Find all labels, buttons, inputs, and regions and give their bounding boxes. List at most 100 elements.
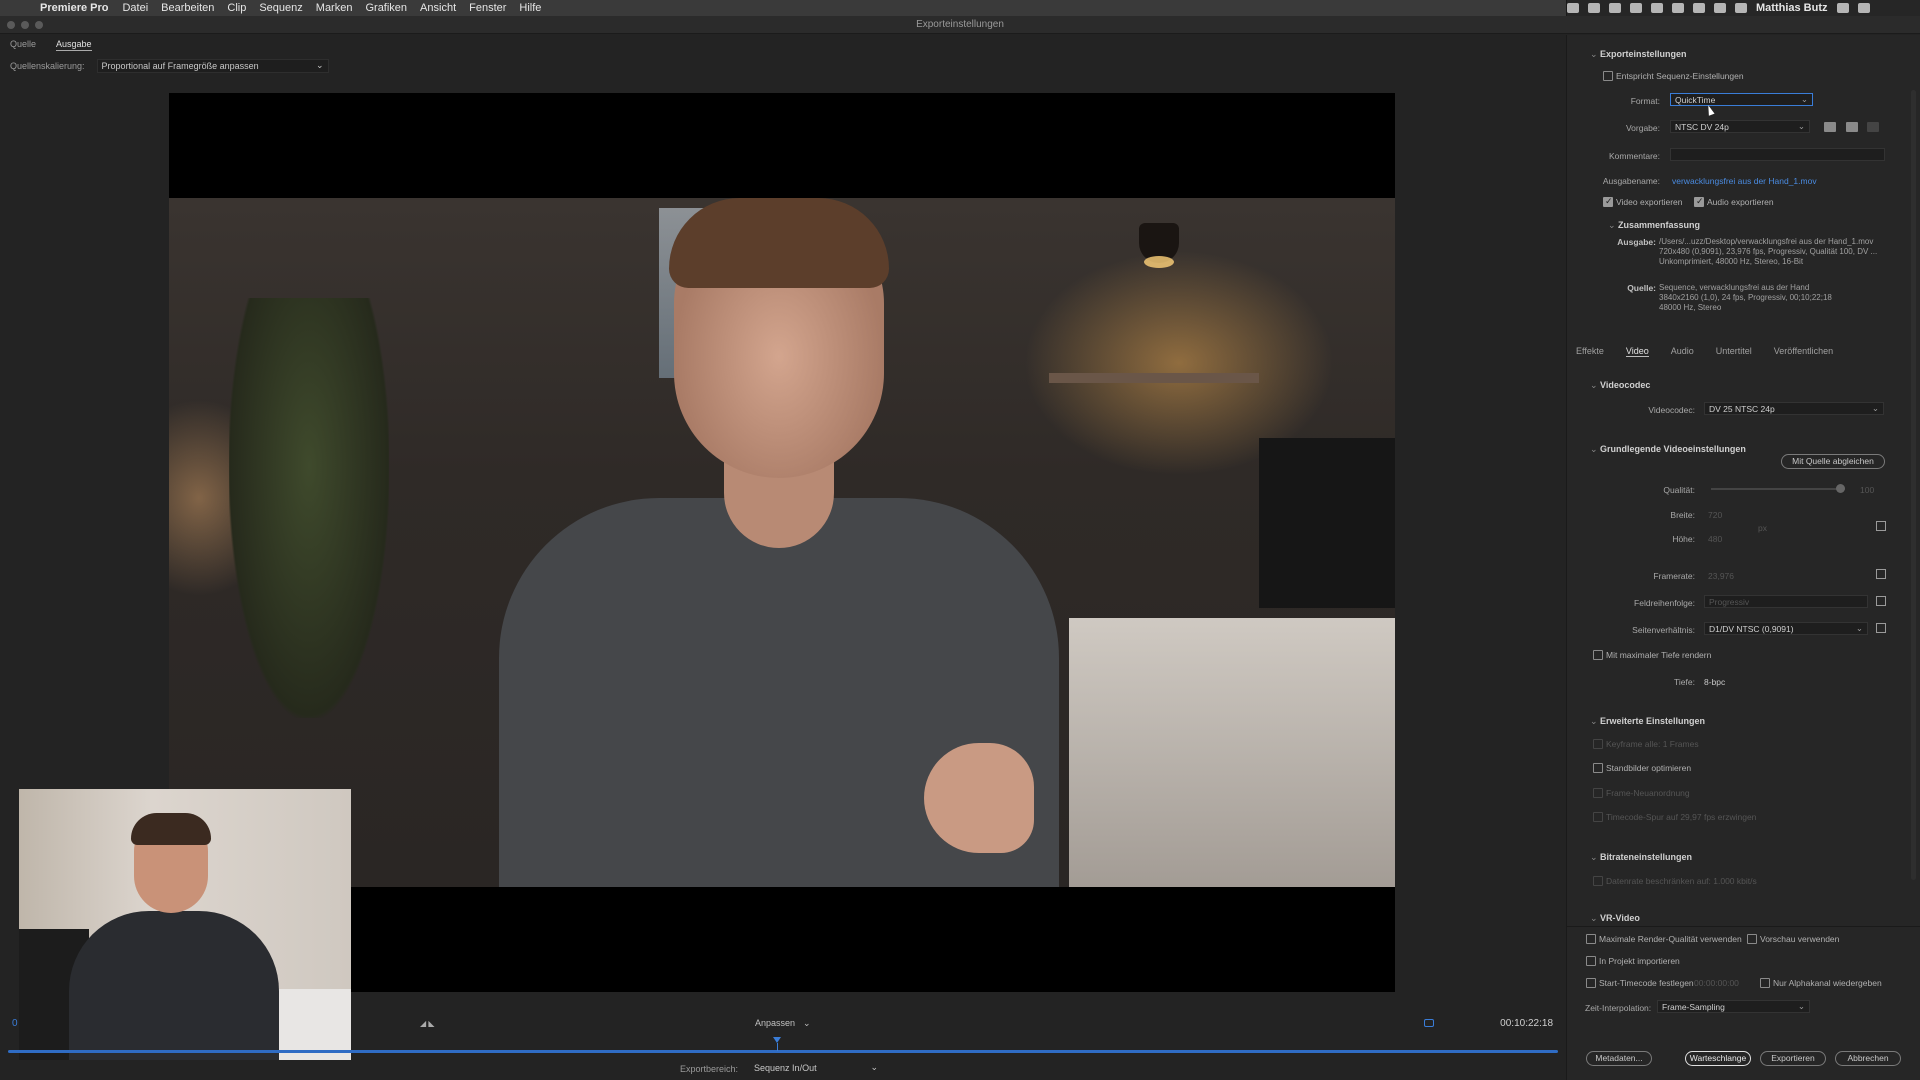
section-bitrate[interactable]: ⌄ Bitrateneinstellungen [1590,852,1692,863]
aspect-ratio-dropdown[interactable]: D1/DV NTSC (0,9091) ⌄ [1704,622,1868,635]
queue-button[interactable]: Warteschlange [1685,1051,1751,1066]
comments-field[interactable] [1670,148,1885,161]
menu-markers[interactable]: Marken [316,2,353,14]
match-source-button[interactable]: Mit Quelle abgleichen [1781,454,1885,469]
delete-preset-icon[interactable] [1867,122,1879,132]
section-basic-video[interactable]: ⌄ Grundlegende Videoeinstellungen [1590,444,1746,455]
preset-label: Vorgabe: [1625,123,1660,133]
window-titlebar: Exporteinstellungen [0,16,1920,34]
search-icon[interactable] [1836,3,1849,13]
fit-dropdown[interactable]: Anpassen ⌄ [755,1018,811,1029]
timeline-track[interactable] [8,1050,1558,1053]
menu-window[interactable]: Fenster [469,2,506,14]
video-codec-dropdown[interactable]: DV 25 NTSC 24p ⌄ [1704,402,1884,415]
export-audio-checkbox[interactable] [1694,196,1704,207]
tab-source[interactable]: Quelle [10,39,36,51]
section-video-codec[interactable]: ⌄ Videocodec [1590,380,1650,391]
section-advanced[interactable]: ⌄ Erweiterte Einstellungen [1590,716,1705,727]
height-value: 480 [1708,534,1723,544]
menu-app-name[interactable]: Premiere Pro [40,2,108,14]
export-video-checkbox[interactable] [1603,196,1613,207]
save-preset-icon[interactable] [1824,122,1836,132]
start-timecode-value[interactable]: 00:00:00:00 [1694,978,1739,988]
crop-icon[interactable] [1424,1019,1434,1027]
summary-source-label: Quelle: [1627,283,1656,293]
tab-output[interactable]: Ausgabe [56,39,92,51]
bluetooth-icon[interactable] [1693,3,1705,13]
dropbox-icon[interactable] [1588,3,1600,13]
use-preview-checkbox[interactable] [1747,934,1757,944]
alpha-only-checkbox[interactable] [1760,978,1770,988]
sync-icon[interactable] [1630,3,1642,13]
user-name[interactable]: Matthias Butz [1756,2,1828,14]
max-render-checkbox[interactable] [1586,934,1596,944]
playhead[interactable] [773,1037,781,1051]
frame-reorder-checkbox[interactable] [1593,788,1603,798]
video-frame [169,198,1395,887]
monitor [1259,438,1395,608]
preset-dropdown[interactable]: NTSC DV 24p ⌄ [1670,120,1810,133]
start-timecode-checkbox[interactable] [1586,978,1596,988]
source-scaling-label: Quellenskalierung: [10,61,85,71]
export-range-dropdown[interactable]: Sequenz In/Out ⌄ [750,1062,878,1076]
menu-help[interactable]: Hilfe [519,2,541,14]
aspect-match-checkbox[interactable] [1876,623,1886,633]
menu-edit[interactable]: Bearbeiten [161,2,214,14]
field-order-match-checkbox[interactable] [1876,596,1886,606]
format-dropdown[interactable]: QuickTime ⌄ [1670,93,1813,106]
match-sequence-checkbox[interactable] [1603,71,1613,81]
section-summary[interactable]: ⌄ Zusammenfassung [1608,220,1700,231]
section-vr-video[interactable]: ⌄ VR-Video [1590,913,1640,924]
tab-captions[interactable]: Untertitel [1716,346,1752,357]
metadata-button[interactable]: Metadaten... [1586,1051,1652,1066]
tab-audio[interactable]: Audio [1671,346,1694,357]
max-depth-checkbox[interactable] [1593,650,1603,660]
interpolation-dropdown[interactable]: Frame-Sampling ⌄ [1657,1000,1810,1013]
keyframe-checkbox[interactable] [1593,739,1603,749]
export-button[interactable]: Exportieren [1760,1051,1826,1066]
import-preset-icon[interactable] [1846,122,1858,132]
settings-scrollbar[interactable] [1911,90,1916,880]
optimize-stills-checkbox[interactable] [1593,763,1603,773]
width-label: Breite: [1670,510,1695,520]
time-machine-icon[interactable] [1672,3,1684,13]
width-match-checkbox[interactable] [1876,521,1886,531]
timecode-field-label: Timecode-Spur auf 29,97 fps erzwingen [1606,812,1757,822]
menu-clip[interactable]: Clip [227,2,246,14]
section-export-settings[interactable]: ⌄ Exporteinstellungen [1590,49,1687,60]
export-range-value: Sequenz In/Out [754,1063,817,1073]
import-project-checkbox[interactable] [1586,956,1596,966]
output-name-link[interactable]: verwacklungsfrei aus der Hand_1.mov [1672,176,1817,186]
menu-graphics[interactable]: Grafiken [365,2,407,14]
screen-icon[interactable] [1567,3,1579,13]
aspect-ratio-label: Seitenverhältnis: [1632,625,1695,635]
list-icon[interactable] [1857,3,1870,13]
creative-cloud-icon[interactable] [1651,3,1663,13]
framerate-match-checkbox[interactable] [1876,569,1886,579]
timecode-field-checkbox[interactable] [1593,812,1603,822]
desk [1069,618,1395,887]
optimize-stills-label: Standbilder optimieren [1606,763,1692,773]
cloud-icon[interactable] [1609,3,1621,13]
timecode: 00:10:22:18 [1500,1018,1553,1029]
in-point-marker-icon[interactable]: 0 [12,1018,18,1029]
tab-effects[interactable]: Effekte [1576,346,1604,357]
menu-view[interactable]: Ansicht [420,2,456,14]
tab-publish[interactable]: Veröffentlichen [1774,346,1833,357]
clock-icon[interactable] [1735,3,1747,13]
bitrate-limit-checkbox[interactable] [1593,876,1603,886]
lamp-glow [1144,256,1174,268]
quality-slider[interactable] [1711,484,1845,493]
in-out-buttons[interactable]: ◢ ◣ [420,1019,435,1028]
shelf [1049,373,1259,383]
summary-output: /Users/...uzz/Desktop/verwacklungsfrei a… [1659,237,1878,266]
source-scaling-dropdown[interactable]: Proportional auf Framegröße anpassen ⌄ [96,59,329,73]
field-order-dropdown[interactable]: Progressiv [1704,595,1868,608]
cancel-button[interactable]: Abbrechen [1835,1051,1901,1066]
tab-video[interactable]: Video [1625,346,1649,357]
menu-file[interactable]: Datei [122,2,148,14]
alpha-only-label: Nur Alphakanal wiedergeben [1773,978,1882,988]
settings-tabs: Effekte Video Audio Untertitel Veröffent… [1576,346,1833,357]
wifi-icon[interactable] [1714,3,1726,13]
menu-sequence[interactable]: Sequenz [259,2,302,14]
